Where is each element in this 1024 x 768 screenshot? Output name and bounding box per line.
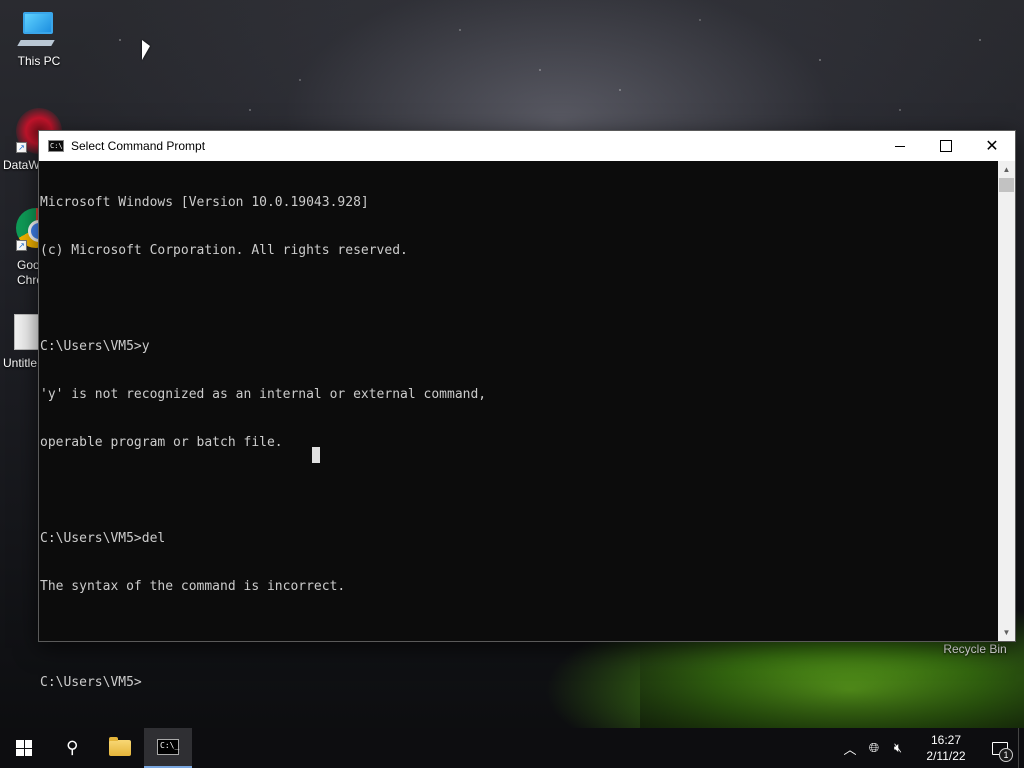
notification-center-button[interactable]: 1 (982, 728, 1018, 768)
console-line: Microsoft Windows [Version 10.0.19043.92… (40, 195, 369, 210)
console-line: The syntax of the command is incorrect. (40, 579, 346, 594)
command-prompt-icon: C:\ (48, 140, 64, 152)
scroll-up-button[interactable]: ▲ (998, 161, 1015, 178)
console-line: (c) Microsoft Corporation. All rights re… (40, 243, 408, 258)
window-title: Select Command Prompt (71, 139, 206, 153)
file-explorer-button[interactable] (96, 728, 144, 768)
text-cursor (312, 447, 320, 463)
notification-badge: 1 (999, 748, 1013, 762)
console-line: 'y' is not recognized as an internal or … (40, 387, 487, 402)
console-output[interactable]: Microsoft Windows [Version 10.0.19043.92… (39, 161, 1000, 690)
minimize-button[interactable] (877, 131, 923, 161)
desktop-icon-label: Untitle (3, 356, 38, 370)
clock-time: 16:27 (930, 733, 962, 747)
chevron-up-icon[interactable]: ︿ (838, 739, 862, 758)
mouse-cursor-icon (142, 40, 150, 60)
console-line: operable program or batch file. (40, 435, 283, 450)
shortcut-arrow-icon: ↗ (16, 240, 27, 251)
console-line: C:\Users\VM5>y (40, 339, 150, 354)
windows-logo-icon (16, 740, 32, 756)
network-icon[interactable]: 🌐︎ (862, 740, 886, 756)
search-button[interactable]: ⚲ (48, 728, 96, 768)
show-desktop-button[interactable] (1018, 728, 1024, 768)
system-tray: ︿ 🌐︎ 🔇︎ 16:27 2/11/22 1 (838, 728, 1024, 768)
console-line: C:\Users\VM5>del (40, 531, 166, 546)
command-prompt-window[interactable]: C:\ Select Command Prompt ✕ Microsoft Wi… (38, 130, 1016, 690)
scroll-thumb[interactable] (999, 178, 1014, 192)
vertical-scrollbar[interactable]: ▲ ▼ (998, 161, 1015, 641)
command-prompt-taskbar-button[interactable]: C:\_ (144, 728, 192, 768)
console-prompt-line: C:\Users\VM5> (40, 675, 142, 690)
shortcut-arrow-icon: ↗ (16, 142, 27, 153)
start-button[interactable] (0, 728, 48, 768)
desktop-icon-label: This PC (17, 54, 61, 68)
command-prompt-icon: C:\_ (157, 739, 179, 755)
desktop-icon-label: DataW (3, 158, 40, 172)
volume-muted-icon[interactable]: 🔇︎ (886, 740, 910, 756)
scroll-down-button[interactable]: ▼ (998, 624, 1015, 641)
close-button[interactable]: ✕ (969, 131, 1015, 161)
clock-date: 2/11/22 (926, 749, 966, 763)
taskbar: ⚲ C:\_ ︿ 🌐︎ 🔇︎ 16:27 2/11/22 1 (0, 728, 1024, 768)
desktop-icon-this-pc[interactable]: This PC (4, 10, 74, 68)
clock[interactable]: 16:27 2/11/22 (910, 732, 982, 764)
window-titlebar[interactable]: C:\ Select Command Prompt ✕ (39, 131, 1015, 161)
search-icon: ⚲ (65, 738, 79, 757)
folder-icon (109, 737, 131, 756)
this-pc-icon (17, 10, 61, 50)
maximize-button[interactable] (923, 131, 969, 161)
